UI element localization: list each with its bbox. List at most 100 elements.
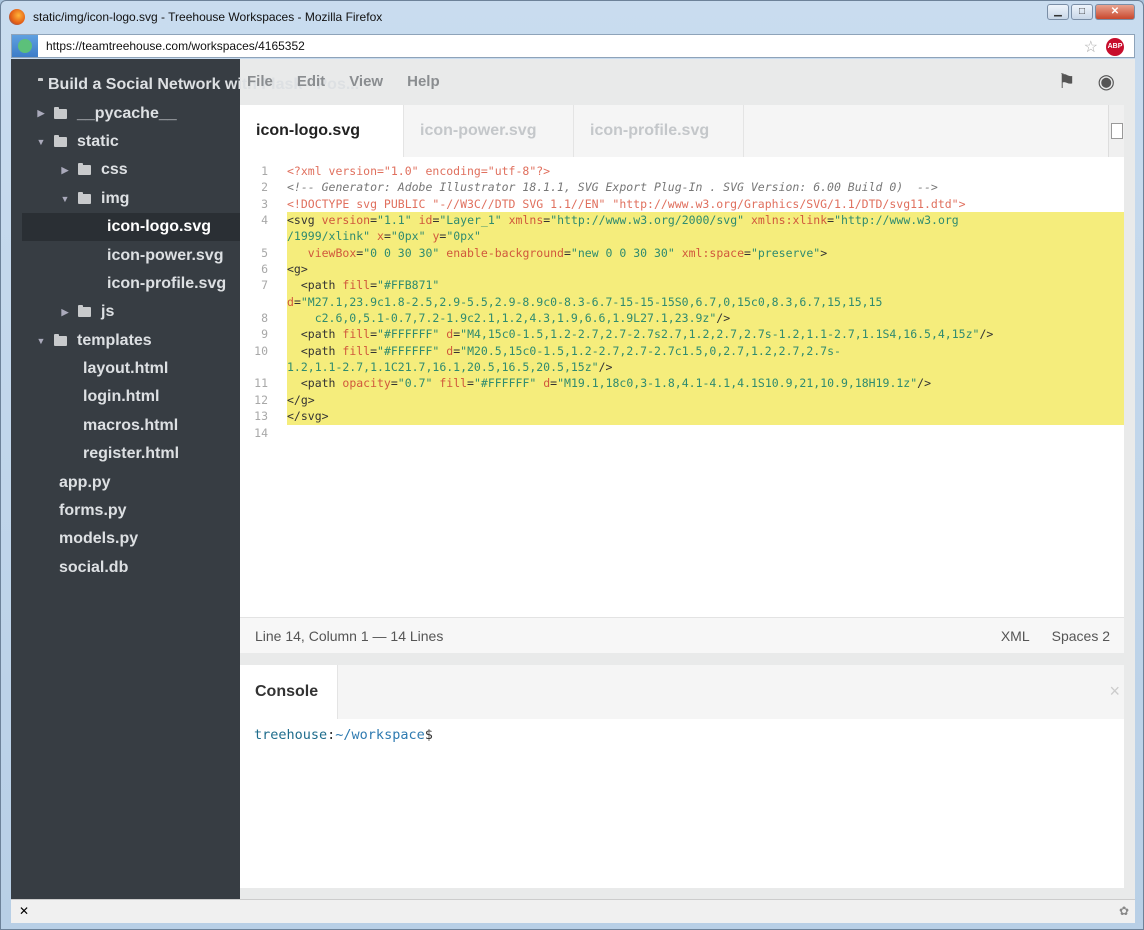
code-area[interactable]: 1 <?xml version="1.0" encoding="utf-8"?> 2… bbox=[240, 163, 1124, 441]
code-token: = bbox=[370, 343, 378, 358]
code-text: </g> bbox=[287, 391, 1124, 409]
tree-item[interactable]: ▶ __pycache__ bbox=[22, 99, 240, 127]
addon-icon[interactable]: ✿ bbox=[1119, 904, 1129, 918]
code-text: <!-- Generator: Adobe Illustrator 18.1.1… bbox=[287, 179, 1124, 195]
url-bar[interactable]: https://teamtreehouse.com/workspaces/416… bbox=[11, 34, 1135, 58]
code-token: /> bbox=[979, 327, 994, 342]
code-token: "preserve" bbox=[750, 245, 821, 260]
code-line[interactable]: 1.2,1.1-2.7,1.1C21.7,16.1,20.5,16.5,20.5… bbox=[240, 359, 1124, 376]
tab-icon-power[interactable]: icon-power.svg bbox=[404, 105, 574, 157]
code-line[interactable]: 13 </svg> bbox=[240, 408, 1124, 425]
code-token: <path bbox=[287, 327, 343, 342]
caret-right-icon[interactable]: ▶ bbox=[36, 108, 46, 119]
site-identity-icon[interactable] bbox=[12, 35, 38, 57]
tab-icon-profile[interactable]: icon-profile.svg bbox=[574, 105, 744, 157]
code-line[interactable]: 14 bbox=[240, 425, 1124, 441]
code-token: = bbox=[467, 376, 474, 391]
caret-down-icon[interactable]: ▼ bbox=[60, 194, 70, 204]
code-line[interactable]: 5 viewBox="0 0 30 30" enable-background=… bbox=[240, 244, 1124, 262]
code-line[interactable]: 2 <!-- Generator: Adobe Illustrator 18.1.… bbox=[240, 179, 1124, 195]
code-token: = bbox=[293, 294, 301, 309]
tree-item-label: models.py bbox=[59, 530, 139, 548]
code-token: = bbox=[370, 327, 378, 342]
code-token: "new 0 0 30 30" bbox=[570, 245, 682, 260]
line-number: 6 bbox=[261, 262, 268, 277]
close-window-button[interactable]: ✕ bbox=[1095, 4, 1135, 20]
tree-item[interactable]: ▶ js bbox=[22, 298, 240, 326]
tree-item[interactable]: macros.html bbox=[22, 412, 240, 440]
tab-icon-logo[interactable]: icon-logo.svg bbox=[240, 105, 404, 157]
code-line[interactable]: d="M27.1,23.9c1.8-2.5,2.9-5.5,2.9-8.9c0-… bbox=[240, 293, 1124, 311]
preview-eye-icon[interactable]: ◉ bbox=[1098, 69, 1115, 94]
code-text: <path fill="#FFFFFF" d="M4,15c0-1.5,1.2-… bbox=[287, 326, 1124, 343]
close-addon-bar-icon[interactable]: ✕ bbox=[19, 904, 29, 918]
tree-item-label: js bbox=[101, 303, 115, 321]
maximize-button[interactable]: □ bbox=[1071, 4, 1093, 20]
tabs-scrollbar[interactable] bbox=[1108, 105, 1124, 157]
code-line[interactable]: 8 c2.6,0,5.1-0.7,7.2-1.9c2.1,1.2,4.3,1.9… bbox=[240, 310, 1124, 327]
caret-down-icon[interactable]: ▼ bbox=[36, 336, 46, 346]
code-line[interactable]: 6 <g> bbox=[240, 261, 1124, 278]
code-line[interactable]: 10 <path fill="#FFFFFF" d="M20.5,15c0-1.… bbox=[240, 342, 1124, 360]
code-text: d="M27.1,23.9c1.8-2.5,2.9-5.5,2.9-8.9c0-… bbox=[287, 293, 1124, 311]
terminal-prompt[interactable]: treehouse:~/workspace$ bbox=[254, 727, 433, 743]
tree-item[interactable]: login.html bbox=[22, 383, 240, 411]
code-line[interactable]: 12 </g> bbox=[240, 391, 1124, 409]
tree-item[interactable]: app.py bbox=[22, 468, 240, 496]
tree-item[interactable]: models.py bbox=[22, 525, 240, 553]
folder-icon bbox=[78, 163, 91, 176]
code-line[interactable]: 7 <path fill="#FFB871" bbox=[240, 277, 1124, 294]
folder-icon bbox=[54, 333, 67, 346]
tree-item[interactable]: icon-profile.svg bbox=[22, 270, 240, 298]
close-console-icon[interactable]: × bbox=[1109, 681, 1120, 702]
code-line[interactable]: 4 <svg version="1.1" id="Layer_1" xmlns="… bbox=[240, 212, 1124, 229]
code-token: "#FFFFFF" bbox=[473, 376, 544, 391]
code-line[interactable]: 3 <!DOCTYPE svg PUBLIC "-//W3C//DTD SVG 1… bbox=[240, 196, 1124, 212]
tree-item[interactable]: forms.py bbox=[22, 497, 240, 525]
tree-item[interactable]: social.db bbox=[22, 554, 240, 582]
tree-item[interactable]: icon-logo.svg bbox=[22, 212, 240, 242]
code-token: = bbox=[744, 245, 751, 260]
menu-file[interactable]: File bbox=[247, 73, 273, 90]
menu-edit[interactable]: Edit bbox=[297, 73, 325, 90]
tree-item[interactable]: icon-power.svg bbox=[22, 241, 240, 269]
language-mode[interactable]: XML bbox=[1001, 628, 1030, 644]
code-token: "http://www.w3.org/2000/svg" bbox=[550, 213, 751, 228]
code-token: "#FFFFFF" bbox=[377, 327, 447, 342]
code-token: "0px" bbox=[446, 229, 481, 244]
url-text[interactable]: https://teamtreehouse.com/workspaces/416… bbox=[46, 39, 305, 53]
bookmark-star-icon[interactable]: ☆ bbox=[1084, 37, 1098, 57]
caret-right-icon[interactable]: ▶ bbox=[60, 165, 70, 176]
menu-help[interactable]: Help bbox=[407, 73, 440, 90]
tree-item[interactable]: ▼ img bbox=[22, 185, 240, 213]
code-token: xmlns bbox=[508, 213, 544, 228]
tree-item[interactable]: ▼ static bbox=[22, 128, 240, 156]
code-line[interactable]: 11 <path opacity="0.7" fill="#FFFFFF" d=… bbox=[240, 375, 1124, 392]
tree-item[interactable]: ▼ templates bbox=[22, 327, 240, 355]
code-token: <?xml version="1.0" encoding="utf-8"?> bbox=[287, 164, 551, 178]
tree-item-label: img bbox=[101, 189, 130, 207]
code-token: /> bbox=[598, 360, 613, 375]
tree-item[interactable]: register.html bbox=[22, 440, 240, 468]
code-token: enable-background bbox=[446, 245, 564, 260]
code-token: <svg bbox=[287, 213, 322, 228]
code-token: xmlns:xlink bbox=[750, 213, 828, 228]
adblock-icon[interactable]: ABP bbox=[1106, 38, 1124, 56]
code-line[interactable]: 1 <?xml version="1.0" encoding="utf-8"?> bbox=[240, 163, 1124, 179]
code-token: opacity bbox=[342, 376, 391, 391]
code-line[interactable]: /1999/xlink" x="0px" y="0px" bbox=[240, 228, 1124, 245]
tab-console[interactable]: Console bbox=[240, 665, 338, 719]
caret-down-icon[interactable]: ▼ bbox=[36, 137, 46, 147]
code-token: > bbox=[820, 245, 828, 260]
indent-setting[interactable]: Spaces 2 bbox=[1052, 628, 1110, 644]
menu-view[interactable]: View bbox=[349, 73, 383, 90]
tree-item[interactable]: layout.html bbox=[22, 355, 240, 383]
tree-item[interactable]: ▶ css bbox=[22, 156, 240, 184]
code-text: c2.6,0,5.1-0.7,7.2-1.9c2.1,1.2,4.3,1.9,6… bbox=[287, 310, 1124, 327]
share-icon[interactable]: ⚑ bbox=[1058, 69, 1076, 94]
caret-right-icon[interactable]: ▶ bbox=[60, 307, 70, 318]
minimize-button[interactable]: ▁ bbox=[1047, 4, 1069, 20]
code-line[interactable]: 9 <path fill="#FFFFFF" d="M4,15c0-1.5,1.… bbox=[240, 326, 1124, 343]
tree-item[interactable]: Build a Social Network with Flask - Pos.… bbox=[22, 71, 359, 99]
workspace: Build a Social Network with Flask - Pos.… bbox=[11, 59, 1135, 899]
